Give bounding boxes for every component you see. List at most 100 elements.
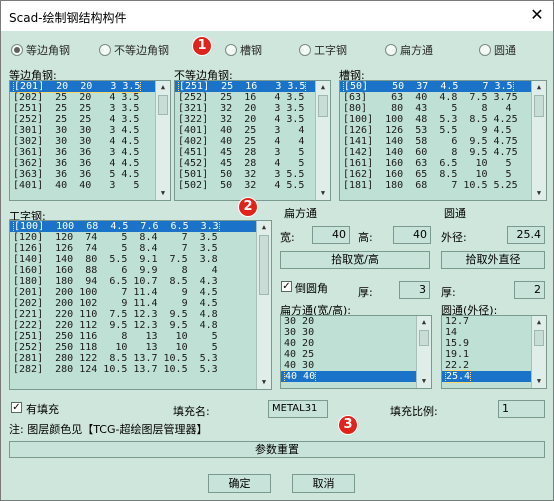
- vertical-scrollbar[interactable]: ▲ ▼: [531, 81, 546, 200]
- scroll-up-icon[interactable]: ▲: [257, 221, 271, 234]
- list-item[interactable]: [141] 140 58 6 9.5 4.75: [340, 136, 546, 147]
- scroll-up-icon[interactable]: ▲: [417, 316, 431, 329]
- height-input[interactable]: 40: [393, 226, 431, 244]
- diameter-input[interactable]: 25.4: [507, 226, 545, 244]
- list-item[interactable]: [180] 180 94 6.5 10.7 8.5 4.3: [10, 276, 271, 287]
- list-item[interactable]: [252] 25 16 4 3.5: [175, 92, 330, 103]
- list-item[interactable]: [251] 25 16 3 3.5: [175, 81, 330, 93]
- list-item[interactable]: [282] 280 124 10.5 13.7 10.5 5.3: [10, 364, 271, 375]
- scroll-down-icon[interactable]: ▼: [156, 187, 170, 200]
- fill-scale-input[interactable]: 1: [498, 400, 545, 418]
- scroll-up-icon[interactable]: ▲: [156, 81, 170, 94]
- list-item[interactable]: [321] 32 20 3 3.5: [175, 103, 330, 114]
- list-item[interactable]: [120] 120 74 5 8.4 7 3.5: [10, 232, 271, 243]
- radio-flat-tube[interactable]: 扁方通: [385, 43, 433, 57]
- scroll-thumb[interactable]: [318, 95, 328, 117]
- list-item[interactable]: [281] 280 122 8.5 13.7 10.5 5.3: [10, 353, 271, 364]
- scroll-down-icon[interactable]: ▼: [316, 187, 330, 200]
- list-item[interactable]: 40 25: [281, 349, 431, 360]
- list-item[interactable]: [126] 126 53 5.5 9 4.5: [340, 125, 546, 136]
- round-thickness-input[interactable]: 2: [514, 281, 545, 299]
- scroll-down-icon[interactable]: ▼: [532, 375, 546, 388]
- round-tube-list[interactable]: 12.7 14 15.9 19.1 22.2 25.4 ▲ ▼: [441, 315, 547, 389]
- fillet-checkbox[interactable]: ✓: [281, 281, 292, 292]
- list-item[interactable]: [451] 45 28 3 5: [175, 147, 330, 158]
- radio-unequal-angle[interactable]: 不等边角钢: [99, 43, 169, 57]
- vertical-scrollbar[interactable]: ▲ ▼: [416, 316, 431, 388]
- scroll-thumb[interactable]: [158, 95, 168, 115]
- list-item[interactable]: [401] 40 25 3 4: [175, 125, 330, 136]
- scroll-down-icon[interactable]: ▼: [417, 375, 431, 388]
- scroll-down-icon[interactable]: ▼: [257, 376, 271, 389]
- list-item[interactable]: [181] 180 68 7 10.5 5.25: [340, 180, 546, 191]
- list-item[interactable]: [401] 40 40 3 5: [10, 180, 170, 191]
- has-fill-checkbox[interactable]: ✓: [11, 402, 22, 413]
- list-item[interactable]: [202] 25 20 4 3.5: [10, 92, 170, 103]
- list-item[interactable]: [251] 25 25 3 3.5: [10, 103, 170, 114]
- list-item[interactable]: 40 40: [281, 370, 431, 383]
- i-beam-list[interactable]: [100] 100 68 4.5 7.6 6.5 3.3 [120] 120 74…: [9, 220, 272, 390]
- close-icon[interactable]: ✕: [529, 7, 545, 23]
- pick-diameter-button[interactable]: 拾取外直径: [441, 251, 545, 269]
- list-item[interactable]: 30 30: [281, 327, 431, 338]
- list-item[interactable]: [201] 20 20 3 3.5: [10, 81, 170, 93]
- scroll-thumb[interactable]: [534, 95, 544, 117]
- vertical-scrollbar[interactable]: ▲ ▼: [155, 81, 170, 200]
- list-item[interactable]: [50] 50 37 4.5 7 3.5: [340, 81, 546, 93]
- unequal-angle-list[interactable]: [251] 25 16 3 3.5 [252] 25 16 4 3.5 [321] …: [174, 80, 331, 201]
- list-item[interactable]: [402] 40 25 4 4: [175, 136, 330, 147]
- list-item[interactable]: [202] 200 102 9 11.4 9 4.5: [10, 298, 271, 309]
- vertical-scrollbar[interactable]: ▲ ▼: [256, 221, 271, 389]
- flat-thickness-input[interactable]: 3: [399, 281, 430, 299]
- list-item[interactable]: [301] 30 30 3 4.5: [10, 125, 170, 136]
- equal-angle-list[interactable]: [201] 20 20 3 3.5 [202] 25 20 4 3.5 [251] …: [9, 80, 171, 201]
- list-item[interactable]: [302] 30 30 4 4.5: [10, 136, 170, 147]
- cancel-button[interactable]: 取消: [292, 474, 355, 493]
- list-item[interactable]: [251] 250 116 8 13 10 5: [10, 331, 271, 342]
- scroll-thumb[interactable]: [534, 330, 544, 346]
- scroll-thumb[interactable]: [419, 330, 429, 346]
- list-item[interactable]: [162] 160 65 8.5 10 5: [340, 169, 546, 180]
- list-item[interactable]: [322] 32 20 4 3.5: [175, 114, 330, 125]
- list-item[interactable]: [452] 45 28 4 5: [175, 158, 330, 169]
- list-item[interactable]: [100] 100 68 4.5 7.6 6.5 3.3: [10, 221, 271, 233]
- list-item[interactable]: [363] 36 36 5 4.5: [10, 169, 170, 180]
- vertical-scrollbar[interactable]: ▲ ▼: [315, 81, 330, 200]
- list-item[interactable]: 40 20: [281, 338, 431, 349]
- radio-i-beam[interactable]: 工字钢: [299, 43, 347, 57]
- fill-name-input[interactable]: METAL31: [268, 400, 328, 418]
- scroll-down-icon[interactable]: ▼: [532, 187, 546, 200]
- list-item[interactable]: [63] 63 40 4.8 7.5 3.75: [340, 92, 546, 103]
- list-item[interactable]: [361] 36 36 3 4.5: [10, 147, 170, 158]
- list-item[interactable]: [252] 250 118 10 13 10 5: [10, 342, 271, 353]
- pick-width-height-button[interactable]: 拾取宽/高: [280, 251, 430, 269]
- list-item[interactable]: [201] 200 100 7 11.4 9 4.5: [10, 287, 271, 298]
- list-item[interactable]: [142] 140 60 8 9.5 4.75: [340, 147, 546, 158]
- radio-channel[interactable]: 槽钢: [225, 43, 262, 57]
- list-item[interactable]: [501] 50 32 3 5.5: [175, 169, 330, 180]
- list-item[interactable]: [140] 140 80 5.5 9.1 7.5 3.8: [10, 254, 271, 265]
- scroll-up-icon[interactable]: ▲: [532, 316, 546, 329]
- list-item[interactable]: [126] 126 74 5 8.4 7 3.5: [10, 243, 271, 254]
- list-item[interactable]: [80] 80 43 5 8 4: [340, 103, 546, 114]
- list-item[interactable]: 30 20: [281, 316, 431, 327]
- flat-tube-list[interactable]: 30 20 30 30 40 20 40 25 40 30 40 40 ▲ ▼: [280, 315, 432, 389]
- radio-round-tube[interactable]: 圆通: [479, 43, 516, 57]
- width-input[interactable]: 40: [312, 226, 350, 244]
- vertical-scrollbar[interactable]: ▲ ▼: [531, 316, 546, 388]
- channel-list[interactable]: [50] 50 37 4.5 7 3.5 [63] 63 40 4.8 7.5 3…: [339, 80, 547, 201]
- ok-button[interactable]: 确定: [208, 474, 271, 493]
- scroll-up-icon[interactable]: ▲: [532, 81, 546, 94]
- scroll-thumb[interactable]: [259, 235, 269, 295]
- reset-params-button[interactable]: 参数重置: [9, 441, 545, 458]
- list-item[interactable]: [221] 220 110 7.5 12.3 9.5 4.8: [10, 309, 271, 320]
- list-item[interactable]: [502] 50 32 4 5.5: [175, 180, 330, 191]
- list-item[interactable]: [160] 160 88 6 9.9 8 4: [10, 265, 271, 276]
- list-item[interactable]: [222] 220 112 9.5 12.3 9.5 4.8: [10, 320, 271, 331]
- list-item[interactable]: [362] 36 36 4 4.5: [10, 158, 170, 169]
- scroll-up-icon[interactable]: ▲: [316, 81, 330, 94]
- list-item[interactable]: [252] 25 25 4 3.5: [10, 114, 170, 125]
- list-item[interactable]: [161] 160 63 6.5 10 5: [340, 158, 546, 169]
- radio-equal-angle[interactable]: 等边角钢: [11, 43, 70, 57]
- list-item[interactable]: [100] 100 48 5.3 8.5 4.25: [340, 114, 546, 125]
